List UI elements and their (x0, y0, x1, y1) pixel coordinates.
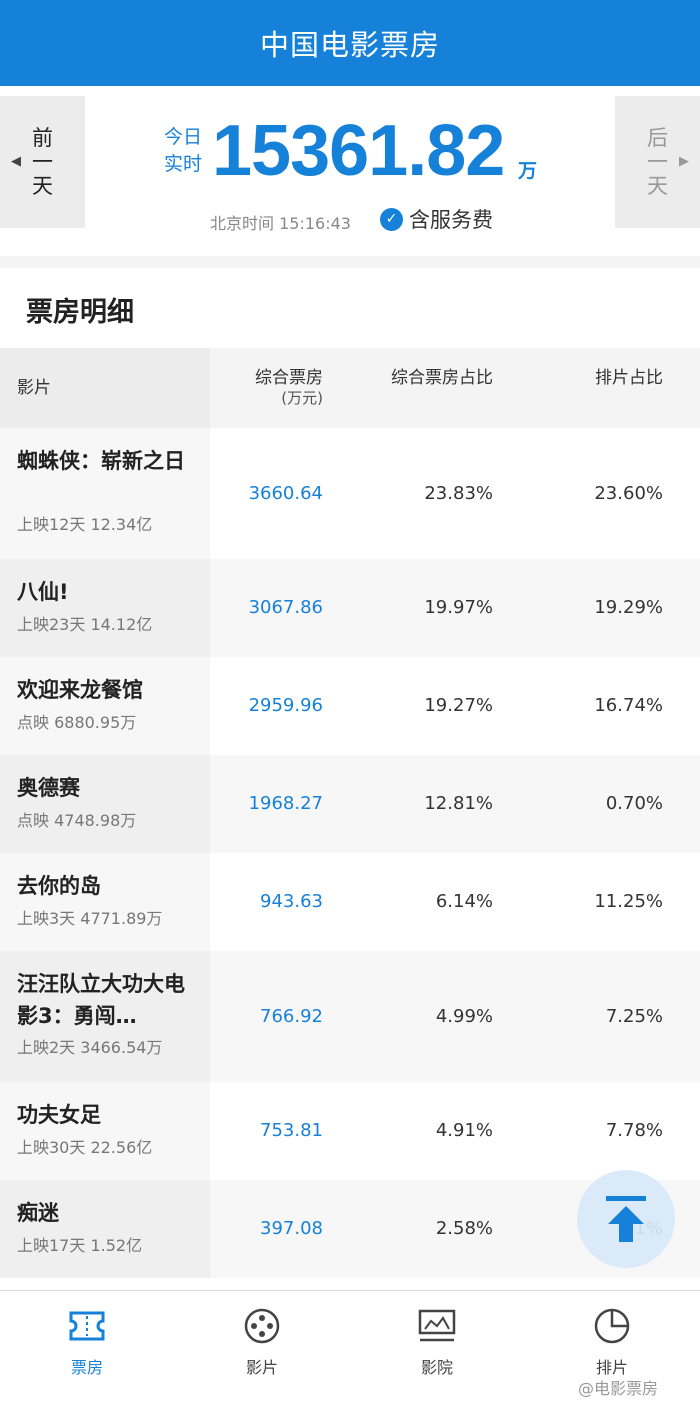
today-realtime-label: 今日实时 (163, 126, 202, 175)
app-header: 中国电影票房 (0, 0, 700, 86)
table-row[interactable]: 八仙! 上映23天 14.12亿 3067.86 19.97% 19.29% (0, 559, 700, 657)
schedule-share: 16.74% (594, 695, 663, 716)
service-fee-toggle[interactable]: ✓ 含服务费 (380, 204, 493, 234)
ticket-icon (37, 1306, 137, 1346)
film-name: 奥德赛 (17, 776, 80, 800)
film-name: 功夫女足 (17, 1103, 101, 1127)
film-release-info: 上映2天 3466.54万 (17, 1038, 163, 1057)
header-share[interactable]: 综合票房占比 (373, 368, 493, 388)
table-row[interactable]: 欢迎来龙餐馆点映 6880.95万 2959.96 19.27% 16.74% (0, 657, 700, 755)
film-release-info: 上映3天 4771.89万 (17, 909, 163, 928)
service-fee-label: 含服务费 (409, 208, 493, 232)
chevron-left-icon: ◀ (11, 154, 21, 169)
summary-card: ◀ 前一天 今日实时 15361.82 万 北京时间 15:16:43 ✓ 含服… (0, 86, 700, 256)
box-office-value: 753.81 (260, 1120, 323, 1141)
back-to-top-button[interactable] (577, 1170, 675, 1268)
cinema-icon (387, 1306, 487, 1346)
beijing-time: 北京时间 15:16:43 (210, 214, 351, 233)
table-row[interactable]: 去你的岛上映3天 4771.89万 943.63 6.14% 11.25% (0, 853, 700, 951)
nav-item-cinemas[interactable]: 影院 (387, 1306, 487, 1378)
film-release-info: 上映17天 1.52亿 (17, 1236, 143, 1255)
film-release-info: 点映 6880.95万 (17, 713, 137, 732)
header-box-unit: (万元) (281, 389, 323, 407)
nav-item-schedule[interactable]: 排片 (562, 1306, 662, 1378)
schedule-share: 23.60% (594, 483, 663, 504)
table-body: 蜘蛛侠：崭新之日上映12天 12.34亿 3660.64 23.83% 23.60% 八… (0, 428, 700, 1278)
box-office-value: 766.92 (260, 1006, 323, 1027)
next-day-label: 后一天 (647, 126, 668, 198)
schedule-share: 0.70% (605, 793, 663, 814)
box-office-share: 4.99% (435, 1006, 493, 1027)
nav-item-box-office[interactable]: 票房 (37, 1306, 137, 1378)
box-office-value: 943.63 (260, 891, 323, 912)
box-office-share: 23.83% (424, 483, 493, 504)
film-name: 去你的岛 (17, 874, 101, 898)
header-film: 影片 (17, 378, 51, 398)
film-release-info: 上映12天 12.34亿 (17, 515, 153, 534)
arrow-to-top-icon (606, 1196, 646, 1242)
chevron-right-icon: ▶ (679, 154, 689, 169)
film-release-info: 上映30天 22.56亿 (17, 1138, 153, 1157)
film-name: 痴迷 (17, 1201, 59, 1225)
schedule-share: 11.25% (594, 891, 663, 912)
box-office-value: 3660.64 (248, 483, 323, 504)
check-circle-icon: ✓ (380, 207, 403, 231)
box-office-share: 4.91% (435, 1120, 493, 1141)
box-office-share: 19.97% (424, 597, 493, 618)
film-reel-icon (212, 1306, 312, 1346)
box-office-value: 397.08 (260, 1218, 323, 1239)
film-name: 欢迎来龙餐馆 (17, 678, 143, 702)
film-name: 蜘蛛侠：崭新之日 (17, 449, 185, 473)
schedule-share: 19.29% (594, 597, 663, 618)
table-row[interactable]: 奥德赛点映 4748.98万 1968.27 12.81% 0.70% (0, 755, 700, 853)
prev-day-button[interactable]: ◀ 前一天 (0, 96, 85, 228)
pie-chart-icon (562, 1306, 662, 1346)
box-office-share: 6.14% (435, 891, 493, 912)
box-office-value: 2959.96 (248, 695, 323, 716)
header-schedule[interactable]: 排片占比 (543, 368, 663, 388)
nav-label: 票房 (70, 1358, 103, 1377)
box-office-value: 1968.27 (248, 793, 323, 814)
film-name: 八仙! (17, 580, 69, 604)
prev-day-label: 前一天 (32, 126, 53, 198)
film-release-info: 上映23天 14.12亿 (17, 615, 153, 634)
nav-label: 影院 (420, 1358, 453, 1377)
box-office-table: 影片 综合票房 (万元) 综合票房占比 排片占比 蜘蛛侠：崭新之日上映12天 1… (0, 348, 700, 1278)
box-office-detail: 票房明细 影片 综合票房 (万元) 综合票房占比 排片占比 蜘蛛侠：崭新之日上映… (0, 268, 700, 1290)
box-office-share: 2.58% (435, 1218, 493, 1239)
next-day-button[interactable]: 后一天 ▶ (615, 96, 700, 228)
today-total-value: 15361.82 (212, 111, 505, 191)
table-row[interactable]: 蜘蛛侠：崭新之日上映12天 12.34亿 3660.64 23.83% 23.60% (0, 428, 700, 559)
nav-label: 影片 (245, 1358, 278, 1377)
app-title: 中国电影票房 (259, 28, 440, 62)
table-header: 影片 综合票房 (万元) 综合票房占比 排片占比 (0, 348, 700, 428)
header-box-label: 综合票房 (255, 368, 323, 388)
box-office-share: 12.81% (424, 793, 493, 814)
watermark: @电影票房 (578, 1379, 659, 1398)
schedule-share: 7.25% (605, 1006, 663, 1027)
section-title: 票房明细 (26, 297, 134, 328)
box-office-share: 19.27% (424, 695, 493, 716)
nav-item-films[interactable]: 影片 (212, 1306, 312, 1378)
film-name: 汪汪队立大功大电影3：勇闯… (17, 972, 185, 1028)
today-total-unit: 万 (518, 160, 538, 182)
header-box[interactable]: 综合票房 (万元) (203, 368, 323, 408)
box-office-value: 3067.86 (248, 597, 323, 618)
table-row[interactable]: 功夫女足上映30天 22.56亿 753.81 4.91% 7.78% (0, 1082, 700, 1180)
table-row[interactable]: 汪汪队立大功大电影3：勇闯… 上映2天 3466.54万 766.92 4.99% 7.… (0, 951, 700, 1082)
film-release-info: 点映 4748.98万 (17, 811, 137, 830)
schedule-share: 7.78% (605, 1120, 663, 1141)
